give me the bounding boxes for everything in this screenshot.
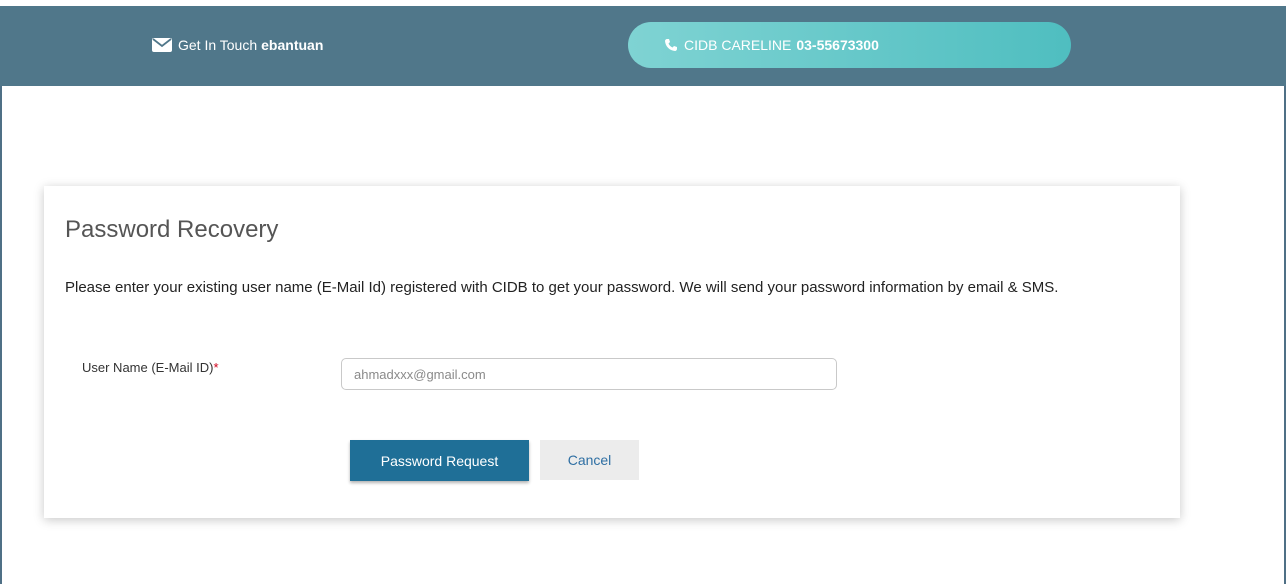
required-asterisk: * [213,360,219,375]
instructions-text: Please enter your existing user name (E-… [65,279,1059,296]
contact-label: Get In Touch [178,37,258,53]
top-white-strip [0,0,1286,6]
contact-name[interactable]: ebantuan [261,37,323,53]
careline-label: CIDB CARELINE [684,37,792,53]
username-label-text: User Name (E-Mail ID) [82,360,214,375]
phone-icon [665,39,677,51]
left-frame-border [0,0,2,584]
cancel-button[interactable]: Cancel [540,440,639,480]
page-title: Password Recovery [65,216,279,243]
careline-pill[interactable]: CIDB CARELINE 03-55673300 [628,22,1071,68]
password-recovery-card: Password Recovery Please enter your exis… [44,186,1180,518]
username-label: User Name (E-Mail ID)* [82,360,219,375]
password-request-button[interactable]: Password Request [350,440,529,481]
get-in-touch[interactable]: Get In Touch ebantuan [152,34,323,56]
careline-number: 03-55673300 [796,37,879,53]
username-email-input[interactable] [341,358,837,390]
envelope-icon [152,38,172,52]
top-bar: Get In Touch ebantuan CIDB CARELINE 03-5… [0,0,1286,86]
